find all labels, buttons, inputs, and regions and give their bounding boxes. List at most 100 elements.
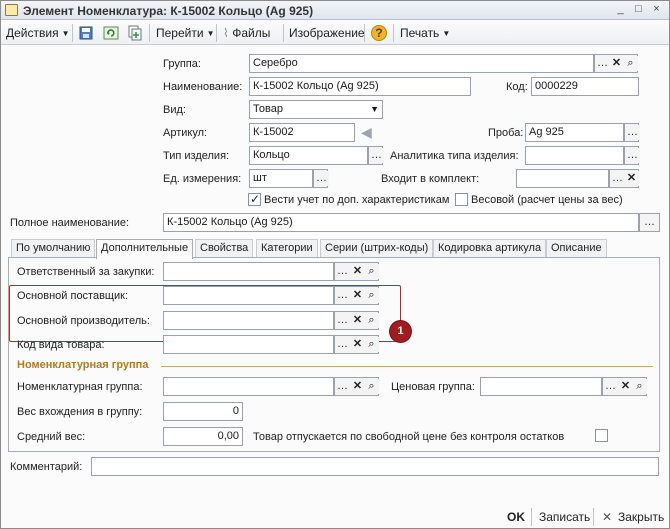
nomen-group-field[interactable] [163, 377, 334, 396]
fullname-label: Полное наименование: [10, 217, 130, 229]
unit-select-button[interactable]: … [314, 171, 329, 186]
free-price-checkbox[interactable] [595, 429, 608, 442]
dropdown-arrow-icon: ▼ [206, 29, 215, 38]
button-separator [593, 508, 594, 526]
kit-select-button[interactable]: … [610, 171, 625, 186]
kind-value: Товар [253, 103, 283, 115]
analytics-buttons: … [624, 146, 640, 165]
nomen-group-section-title: Номенклатурная группа [17, 359, 149, 371]
toolbar-separator [283, 24, 284, 42]
arrow-left-icon[interactable]: ◀ [361, 124, 372, 141]
price-group-clear-icon[interactable]: ✕ [618, 379, 633, 394]
save-button[interactable]: Записать [539, 510, 590, 524]
purchaser-field[interactable] [163, 262, 334, 281]
close-icon: ✕ [602, 510, 613, 524]
sample-field[interactable]: Ag 925 [525, 123, 624, 142]
avg-weight-field[interactable]: 0,00 [163, 427, 243, 446]
purchaser-clear-icon[interactable]: ✕ [350, 264, 365, 279]
toolbar-separator [216, 24, 217, 42]
tab-categories[interactable]: Категории [256, 239, 318, 258]
purchaser-search-icon[interactable]: ⌕ [364, 264, 379, 279]
item-type-label: Тип изделия: [163, 150, 230, 162]
fullname-edit-button[interactable]: … [642, 215, 657, 230]
analytics-select-button[interactable]: … [625, 148, 640, 163]
purchaser-select-button[interactable]: … [335, 264, 350, 279]
name-field[interactable]: К-15002 Кольцо (Ag 925) [249, 77, 471, 96]
dropdown-arrow-icon: ▼ [442, 29, 451, 38]
sample-buttons: … [624, 123, 640, 142]
goods-code-select-button[interactable]: … [335, 337, 350, 352]
toolbar: Действия ▼ Перейти ▼ ⌇ Файлы Изображение ?… [1, 21, 669, 45]
tab-default[interactable]: По умолчанию [11, 239, 96, 258]
sample-label: Проба: [488, 127, 524, 139]
goto-label: Перейти [156, 26, 204, 40]
tab-properties[interactable]: Свойства [195, 239, 254, 258]
kit-clear-icon[interactable]: ✕ [624, 171, 639, 186]
tab-article-coding[interactable]: Кодировка артикула [433, 239, 547, 258]
code-label: Код: [506, 81, 528, 93]
dropdown-arrow-icon: ▼ [61, 29, 70, 38]
section-divider [161, 366, 653, 367]
group-select-button[interactable]: … [595, 56, 610, 71]
copy-icon[interactable] [127, 25, 143, 41]
kit-buttons: … ✕ [609, 169, 639, 188]
item-type-field[interactable]: Кольцо [249, 146, 368, 165]
tab-additional[interactable]: Дополнительные [96, 239, 194, 259]
comment-field[interactable] [91, 457, 659, 476]
maximize-button[interactable]: □ [631, 3, 646, 17]
article-field[interactable]: К-15002 [249, 123, 355, 142]
price-group-search-icon[interactable]: ⌕ [632, 379, 647, 394]
nomen-group-select-button[interactable]: … [335, 379, 350, 394]
price-group-field[interactable] [480, 377, 602, 396]
image-button[interactable]: Изображение [289, 25, 365, 41]
analytics-field[interactable] [525, 146, 624, 165]
weight-label: Весовой (расчет цены за вес) [471, 194, 623, 206]
files-button[interactable]: ⌇ Файлы [223, 25, 270, 41]
nomen-group-label: Номенклатурная группа: [17, 381, 143, 393]
group-field[interactable]: Серебро [249, 54, 594, 73]
kit-field[interactable] [516, 169, 609, 188]
comment-label: Комментарий: [10, 461, 83, 473]
tab-description[interactable]: Описание [546, 239, 607, 258]
callout-badge: 1 [390, 321, 411, 342]
chevron-down-icon: ▼ [370, 104, 379, 114]
name-label: Наименование: [163, 81, 243, 93]
close-button[interactable]: Закрыть [618, 510, 664, 524]
actions-menu[interactable]: Действия ▼ [6, 25, 70, 41]
nomen-group-search-icon[interactable]: ⌕ [364, 379, 379, 394]
close-window-button[interactable]: × [649, 3, 664, 17]
nomen-group-clear-icon[interactable]: ✕ [350, 379, 365, 394]
group-clear-icon[interactable]: ✕ [609, 56, 624, 71]
price-group-select-button[interactable]: … [603, 379, 618, 394]
toolbar-separator [393, 24, 394, 42]
extra-char-checkbox[interactable] [248, 192, 261, 206]
ok-button[interactable]: OK [507, 510, 525, 524]
group-buttons: … ✕ ⌕ [594, 54, 638, 73]
code-field[interactable]: 0000229 [531, 77, 639, 96]
tab-series[interactable]: Серии (штрих-коды) [320, 239, 434, 258]
actions-label: Действия [6, 26, 59, 40]
minimize-button[interactable]: _ [613, 3, 628, 17]
purchaser-buttons: … ✕ ⌕ [334, 262, 379, 281]
sample-select-button[interactable]: … [625, 125, 640, 140]
item-window: Элемент Номенклатура: К-15002 Кольцо (Ag… [0, 0, 670, 529]
weight-in-group-field[interactable]: 0 [163, 402, 243, 421]
weight-checkbox[interactable] [455, 193, 468, 206]
nomen-group-buttons: … ✕ ⌕ [334, 377, 379, 396]
fullname-field[interactable]: К-15002 Кольцо (Ag 925) [163, 213, 639, 232]
extra-char-label: Вести учет по доп. характеристикам [264, 194, 450, 206]
group-search-icon[interactable]: ⌕ [623, 56, 638, 71]
free-price-label: Товар отпускается по свободной цене без … [253, 431, 565, 443]
goods-code-search-icon[interactable]: ⌕ [364, 337, 379, 352]
help-button[interactable]: ? [371, 25, 387, 41]
goods-code-field[interactable] [163, 335, 334, 354]
kind-select[interactable]: Товар ▼ [249, 100, 383, 119]
goods-code-clear-icon[interactable]: ✕ [350, 337, 365, 352]
save-icon[interactable] [78, 25, 94, 41]
unit-field[interactable]: шт [249, 169, 313, 188]
item-type-select-button[interactable]: … [369, 148, 384, 163]
refresh-icon[interactable] [103, 25, 119, 41]
window-icon [5, 4, 18, 16]
goto-menu[interactable]: Перейти ▼ [156, 25, 214, 41]
print-menu[interactable]: Печать ▼ [400, 25, 450, 41]
